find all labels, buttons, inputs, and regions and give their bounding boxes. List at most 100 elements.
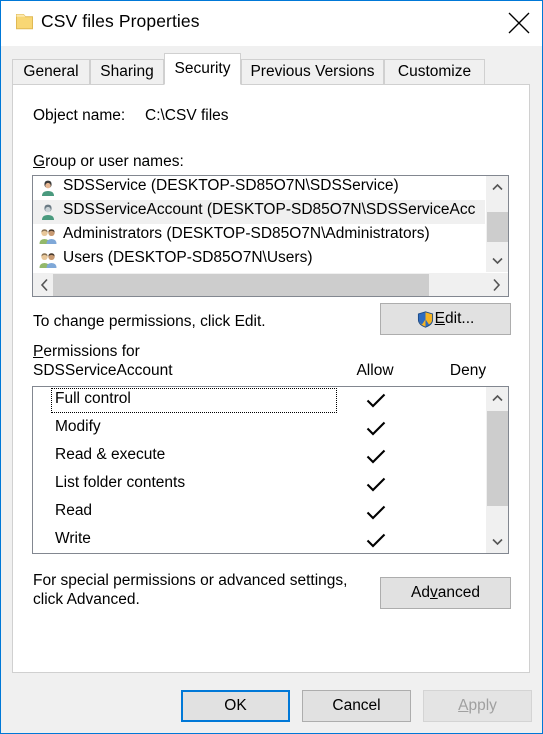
group-list-horizontal-scrollbar[interactable] (33, 272, 508, 296)
allow-checkbox[interactable] (336, 499, 416, 527)
tab-sharing[interactable]: Sharing (90, 59, 164, 85)
table-row[interactable]: Modify (33, 415, 487, 443)
permissions-rest: ermissions for (43, 343, 140, 360)
scrollbar-thumb[interactable] (53, 274, 429, 296)
scroll-up-button[interactable] (486, 387, 508, 410)
permissions-for-principal: SDSServiceAccount (33, 362, 173, 379)
list-item[interactable]: Administrators (DESKTOP-SD85O7N\Administ… (33, 224, 485, 248)
list-item[interactable]: SDSService (DESKTOP-SD85O7N\SDSService) (33, 176, 485, 200)
tab-label: Previous Versions (250, 63, 375, 80)
list-item[interactable]: SDSServiceAccount (DESKTOP-SD85O7N\SDSSe… (33, 200, 485, 224)
permission-label: Read & execute (55, 446, 166, 463)
folder-icon (16, 14, 33, 30)
chevron-up-icon (492, 394, 503, 402)
advanced-accel: v (429, 584, 438, 601)
list-item[interactable]: Users (DESKTOP-SD85O7N\Users) (33, 248, 485, 272)
tab-customize[interactable]: Customize (384, 59, 485, 85)
scroll-up-button[interactable] (486, 176, 508, 199)
allow-checkbox[interactable] (336, 527, 416, 553)
allow-checkbox[interactable] (336, 387, 416, 415)
edit-button[interactable]: Edit... (380, 303, 511, 335)
change-permissions-text: To change permissions, click Edit. (33, 313, 266, 330)
allow-checkbox[interactable] (336, 471, 416, 499)
permissions-list[interactable]: Full control Modify Read & execute List … (32, 386, 509, 554)
group-label-rest: roup or user names: (45, 153, 184, 170)
apply-rest: pply (468, 697, 497, 714)
scroll-down-button[interactable] (486, 530, 508, 553)
group-label-accel: G (33, 153, 46, 170)
title-bar: CSV files Properties (1, 1, 542, 46)
list-item-label: SDSService (DESKTOP-SD85O7N\SDSService) (63, 177, 399, 194)
uac-shield-icon (417, 310, 433, 328)
edit-button-label: Edit... (435, 310, 475, 328)
advanced-button[interactable]: Advanced (380, 577, 511, 609)
table-row[interactable]: Full control (33, 387, 487, 415)
properties-dialog: CSV files Properties General Sharing Sec… (0, 0, 543, 734)
checkmark-icon (366, 393, 386, 408)
apply-button: Apply (423, 690, 532, 722)
tab-general[interactable]: General (12, 59, 90, 85)
tab-label: Customize (397, 63, 472, 80)
user-icon (42, 204, 54, 220)
checkmark-icon (366, 449, 386, 464)
security-tab-panel: Object name: C:\CSV files Group or user … (12, 84, 530, 673)
group-icon (39, 253, 57, 268)
object-name-value: C:\CSV files (145, 107, 229, 124)
scrollbar-thumb[interactable] (487, 212, 508, 242)
group-list-vertical-scrollbar[interactable] (485, 176, 508, 272)
tab-label: General (23, 63, 79, 80)
group-list-items: SDSService (DESKTOP-SD85O7N\SDSService) … (33, 176, 485, 272)
permission-label: Write (55, 530, 91, 547)
close-button[interactable] (496, 1, 542, 45)
advanced-hint-line2: click Advanced. (33, 591, 140, 608)
chevron-down-icon (492, 257, 503, 265)
allow-checkbox[interactable] (336, 415, 416, 443)
checkmark-icon (366, 421, 386, 436)
list-item-label: Administrators (DESKTOP-SD85O7N\Administ… (63, 225, 430, 242)
tab-label: Security (174, 60, 231, 77)
edit-rest: dit... (445, 310, 475, 327)
permission-label: List folder contents (55, 474, 186, 491)
table-row[interactable]: List folder contents (33, 471, 487, 499)
scroll-right-button[interactable] (485, 273, 508, 296)
object-name-label: Object name: (33, 107, 126, 124)
permissions-list-vertical-scrollbar[interactable] (485, 387, 508, 553)
advanced-pre: Ad (411, 584, 430, 601)
ok-button[interactable]: OK (181, 690, 290, 722)
permission-label: Full control (55, 390, 131, 407)
permissions-for-label: Permissions for (33, 343, 140, 361)
advanced-rest: anced (437, 584, 480, 601)
chevron-down-icon (492, 538, 503, 546)
tab-security[interactable]: Security (164, 53, 241, 85)
advanced-hint-line1: For special permissions or advanced sett… (33, 572, 348, 589)
group-or-user-names-list[interactable]: SDSService (DESKTOP-SD85O7N\SDSService) … (32, 175, 509, 297)
scroll-down-button[interactable] (486, 249, 508, 272)
chevron-right-icon (493, 278, 501, 292)
tab-strip: General Sharing Security Previous Versio… (12, 53, 530, 85)
table-row[interactable]: Read (33, 499, 487, 527)
table-row[interactable]: Write (33, 527, 487, 553)
allow-checkbox[interactable] (336, 443, 416, 471)
list-item-label: Users (DESKTOP-SD85O7N\Users) (63, 249, 313, 266)
cancel-button[interactable]: Cancel (302, 690, 411, 722)
tab-previous-versions[interactable]: Previous Versions (241, 59, 384, 85)
deny-column-header: Deny (449, 362, 487, 379)
user-icon (42, 180, 54, 196)
scrollbar-thumb[interactable] (487, 411, 508, 506)
ok-button-label: OK (224, 697, 247, 714)
group-icon (39, 229, 57, 244)
window-title: CSV files Properties (41, 11, 200, 31)
permission-label: Modify (55, 418, 101, 435)
tab-label: Sharing (100, 63, 154, 80)
permissions-list-items: Full control Modify Read & execute List … (33, 387, 487, 553)
apply-accel: A (458, 697, 469, 714)
group-or-user-names-label: Group or user names: (33, 153, 184, 171)
permissions-accel: P (33, 343, 44, 360)
checkmark-icon (366, 505, 386, 520)
list-item-label: SDSServiceAccount (DESKTOP-SD85O7N\SDSSe… (63, 201, 476, 218)
edit-accel: E (434, 310, 446, 327)
chevron-up-icon (492, 183, 503, 191)
table-row[interactable]: Read & execute (33, 443, 487, 471)
allow-column-header: Allow (356, 362, 394, 379)
cancel-button-label: Cancel (332, 697, 381, 714)
